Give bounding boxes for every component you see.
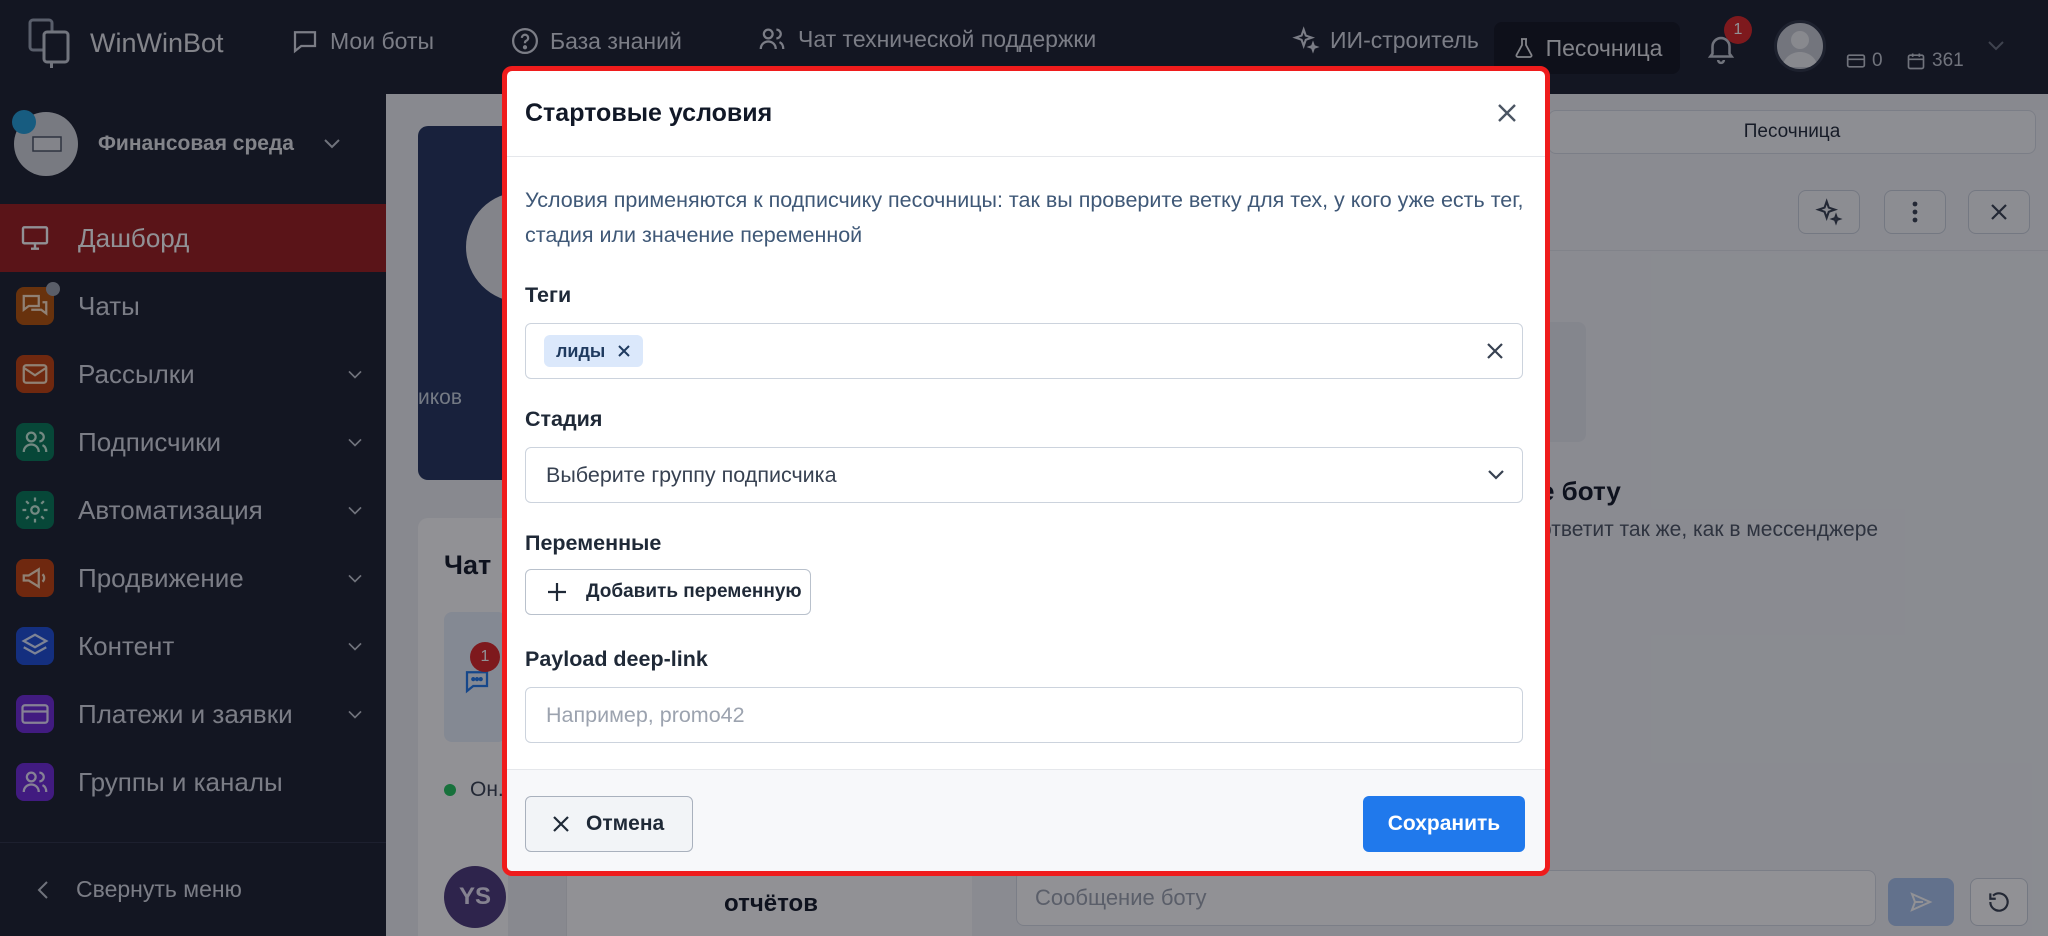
tags-label: Теги [525,283,572,307]
add-variable-label: Добавить переменную [586,581,802,602]
start-conditions-modal: Стартовые условия Условия применяются к … [502,66,1550,876]
modal-description: Условия применяются к подписчику песочни… [525,188,1524,247]
tag-chip: лиды [544,335,644,367]
modal-close-button[interactable] [1491,97,1523,129]
modal-title: Стартовые условия [525,99,773,127]
variables-label: Переменные [525,531,662,555]
tags-input[interactable]: лиды [525,323,1523,379]
chevron-down-icon [1488,470,1504,480]
cancel-button[interactable]: Отмена [525,796,693,852]
cancel-button-label: Отмена [586,812,665,835]
payload-input[interactable]: Например, promo42 [525,687,1523,743]
stage-label: Стадия [525,407,603,431]
close-icon [1498,104,1516,122]
stage-select[interactable]: Выберите группу подписчика [525,447,1523,503]
payload-input-placeholder: Например, promo42 [546,702,745,727]
stage-select-placeholder: Выберите группу подписчика [546,462,837,487]
modal-footer: Отмена Сохранить [507,769,1545,871]
plus-icon [546,581,568,603]
modal-header: Стартовые условия [507,71,1545,157]
payload-label: Payload deep-link [525,647,708,671]
add-variable-button[interactable]: Добавить переменную [525,569,811,615]
clear-tags-icon[interactable] [1482,338,1508,364]
save-button[interactable]: Сохранить [1363,796,1525,852]
remove-tag-icon[interactable] [617,344,631,358]
close-icon [552,815,570,833]
tag-chip-label: лиды [556,340,606,361]
